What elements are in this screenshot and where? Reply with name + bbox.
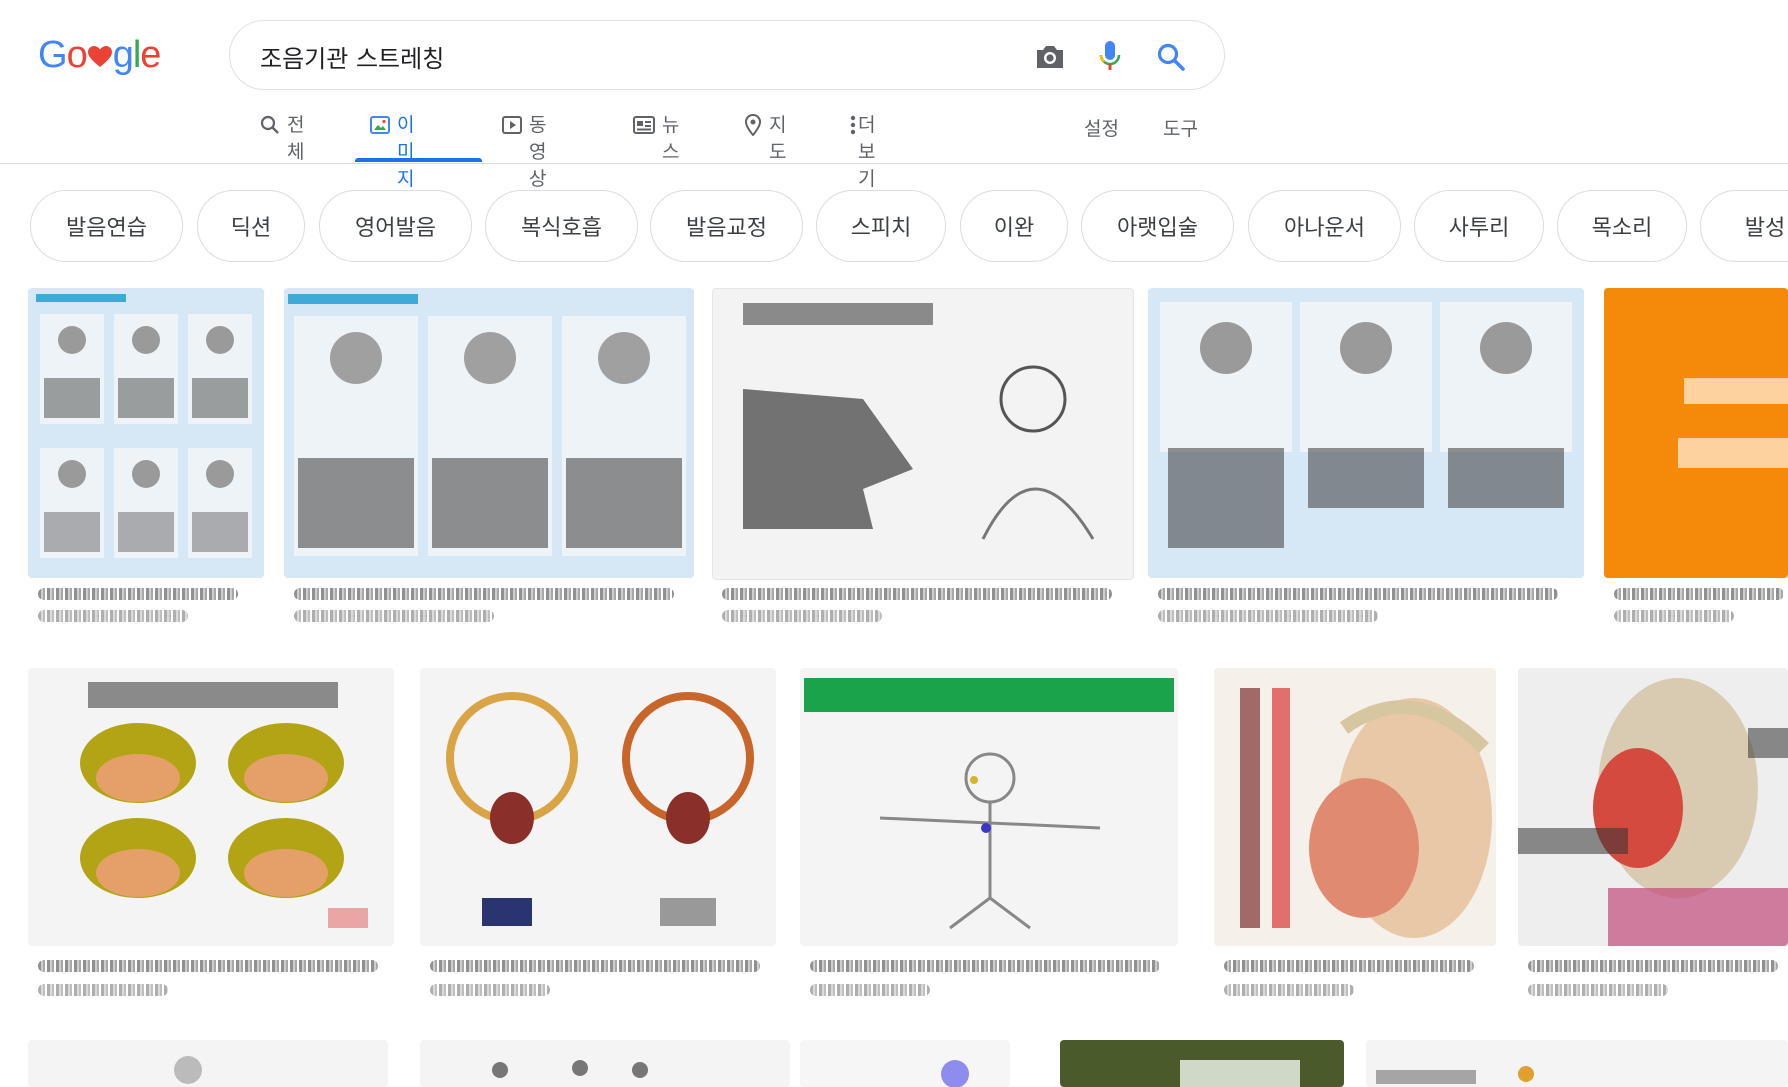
image-result[interactable]	[1214, 668, 1496, 1028]
result-thumbnail	[420, 1040, 790, 1087]
more-vert-icon	[850, 114, 856, 136]
chip[interactable]: 아랫입술	[1081, 190, 1234, 262]
active-tab-indicator	[355, 158, 482, 162]
image-result[interactable]	[28, 288, 264, 648]
mic-icon[interactable]	[1092, 39, 1128, 75]
news-icon	[633, 114, 655, 136]
chip[interactable]: 발성	[1700, 190, 1788, 262]
tab-label: 뉴스	[662, 114, 680, 163]
image-result[interactable]	[284, 288, 694, 648]
google-logo[interactable]: G o g l e	[38, 30, 161, 80]
logo-letter-g2: g	[112, 33, 134, 76]
image-result[interactable]	[420, 1040, 790, 1087]
result-source	[810, 984, 930, 996]
map-pin-icon	[744, 114, 762, 136]
image-result[interactable]	[1366, 1040, 1788, 1087]
tab-label: 이미지	[397, 114, 415, 190]
result-caption	[38, 588, 238, 600]
image-icon	[370, 114, 390, 136]
tab-more[interactable]: 더보기	[850, 110, 881, 190]
result-thumbnail	[1148, 288, 1584, 578]
chip[interactable]: 발음교정	[650, 190, 803, 262]
search-icon[interactable]	[1153, 39, 1189, 75]
result-thumbnail	[712, 288, 1134, 580]
chip[interactable]: 발음연습	[30, 190, 183, 262]
tab-label: 동영상	[529, 114, 547, 190]
image-result[interactable]	[1060, 1040, 1344, 1087]
result-thumbnail	[1604, 288, 1788, 578]
result-source	[1158, 610, 1378, 622]
header-divider	[0, 163, 1788, 164]
tab-videos[interactable]: 동영상	[502, 110, 548, 190]
logo-letter-l: l	[132, 33, 142, 76]
heart-icon	[87, 46, 112, 68]
chip[interactable]: 이완	[960, 190, 1068, 262]
result-caption	[430, 960, 760, 972]
result-caption	[1528, 960, 1778, 972]
image-result[interactable]	[712, 288, 1134, 648]
image-result[interactable]	[1518, 668, 1788, 1028]
logo-letter-e: e	[140, 33, 161, 76]
search-icon	[260, 114, 280, 136]
search-box[interactable]: 조음기관 스트레칭	[229, 20, 1225, 90]
chip[interactable]: 복식호흡	[485, 190, 638, 262]
result-thumbnail	[1518, 668, 1788, 946]
image-result[interactable]	[28, 668, 394, 1028]
result-thumbnail	[28, 668, 394, 946]
tools-link[interactable]: 도구	[1163, 114, 1198, 141]
result-thumbnail	[284, 288, 694, 578]
image-result[interactable]	[28, 1040, 388, 1087]
settings-link[interactable]: 설정	[1084, 114, 1119, 141]
chip[interactable]: 스피치	[816, 190, 946, 262]
image-result[interactable]	[1148, 288, 1584, 648]
result-thumbnail	[28, 1040, 388, 1087]
result-source	[722, 610, 882, 622]
logo-letter-g: G	[38, 33, 68, 76]
play-icon	[502, 114, 522, 136]
tab-label: 더보기	[858, 114, 876, 190]
image-result[interactable]	[800, 668, 1178, 1028]
chip[interactable]: 영어발음	[319, 190, 472, 262]
chip[interactable]: 아나운서	[1248, 190, 1401, 262]
result-thumbnail	[1366, 1040, 1788, 1087]
tab-images[interactable]: 이미지	[370, 110, 416, 190]
tab-maps[interactable]: 지도	[744, 110, 790, 164]
result-caption	[294, 588, 674, 600]
tab-news[interactable]: 뉴스	[633, 110, 679, 164]
result-caption	[1224, 960, 1474, 972]
search-input[interactable]: 조음기관 스트레칭	[260, 39, 444, 74]
chip[interactable]: 목소리	[1557, 190, 1687, 262]
chip[interactable]: 딕션	[197, 190, 305, 262]
result-thumbnail	[28, 288, 264, 578]
result-thumbnail	[800, 1040, 1010, 1087]
image-result[interactable]	[1604, 288, 1788, 648]
result-thumbnail	[1214, 668, 1496, 946]
result-caption	[1614, 588, 1784, 600]
tab-label: 지도	[769, 114, 787, 163]
tab-all[interactable]: 전체	[260, 110, 306, 164]
result-caption	[810, 960, 1160, 972]
result-source	[1224, 984, 1354, 996]
logo-letter-o: o	[66, 33, 88, 76]
result-thumbnail	[420, 668, 776, 946]
chip[interactable]: 사투리	[1414, 190, 1544, 262]
result-source	[38, 984, 168, 996]
image-result[interactable]	[420, 668, 776, 1028]
result-source	[38, 610, 188, 622]
result-caption	[722, 588, 1112, 600]
image-result[interactable]	[800, 1040, 1010, 1087]
result-caption	[38, 960, 378, 972]
result-source	[1614, 610, 1734, 622]
result-thumbnail	[800, 668, 1178, 946]
tab-label: 전체	[287, 114, 305, 163]
result-source	[1528, 984, 1668, 996]
result-source	[294, 610, 494, 622]
result-caption	[1158, 588, 1558, 600]
result-thumbnail	[1060, 1040, 1344, 1087]
result-source	[430, 984, 550, 996]
camera-icon[interactable]	[1032, 39, 1068, 75]
